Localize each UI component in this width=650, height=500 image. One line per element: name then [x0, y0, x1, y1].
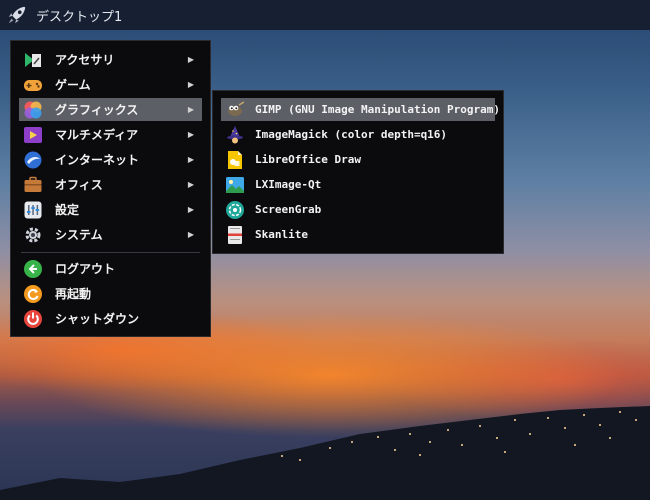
menu-item-graphics[interactable]: グラフィックス ▶: [19, 98, 202, 121]
imagemagick-icon: [227, 125, 243, 143]
multimedia-icon: [24, 126, 42, 143]
logout-button[interactable]: ログアウト: [19, 257, 202, 280]
gimp-icon: [228, 100, 245, 116]
graphics-icon: [24, 101, 42, 118]
reboot-button[interactable]: 再起動: [19, 282, 202, 305]
office-icon: [24, 176, 42, 192]
lximage-icon: [226, 176, 244, 193]
menu-item-office[interactable]: オフィス ▶: [19, 173, 202, 196]
reboot-icon: [24, 284, 42, 303]
submenu-item-libreoffice-draw[interactable]: LibreOffice Draw: [221, 148, 495, 171]
submenu-item-skanlite[interactable]: Skanlite: [221, 223, 495, 246]
application-menu: アクセサリ ▶ ゲーム ▶ グラフィックス ▶ マルチメディア ▶ インターネッ…: [10, 40, 211, 337]
graphics-submenu: GIMP (GNU Image Manipulation Program) Im…: [212, 90, 504, 254]
submenu-item-lximage-qt[interactable]: LXImage-Qt: [221, 173, 495, 196]
submenu-arrow: ▶: [187, 80, 194, 89]
accessories-icon: [25, 52, 41, 67]
menu-item-internet[interactable]: インターネット ▶: [19, 148, 202, 171]
menu-item-accessories[interactable]: アクセサリ ▶: [19, 48, 202, 71]
libreoffice-draw-icon: [228, 150, 242, 169]
submenu-item-imagemagick[interactable]: ImageMagick (color depth=q16): [221, 123, 495, 146]
desktop-title: デスクトップ1: [36, 9, 123, 25]
internet-icon: [24, 151, 42, 168]
submenu-arrow: ▶: [187, 155, 194, 164]
games-icon: [24, 79, 42, 91]
screengrab-icon: [226, 200, 244, 219]
rocket-icon[interactable]: [6, 4, 28, 26]
submenu-arrow: ▶: [187, 205, 194, 214]
taskbar: デスクトップ1: [0, 0, 650, 30]
submenu-arrow: ▶: [187, 230, 194, 239]
logout-icon: [24, 259, 42, 278]
city-hills: [0, 406, 650, 500]
system-icon: [25, 227, 41, 242]
submenu-arrow: ▶: [187, 55, 194, 64]
menu-item-multimedia[interactable]: マルチメディア ▶: [19, 123, 202, 146]
submenu-arrow: ▶: [187, 180, 194, 189]
submenu-item-screengrab[interactable]: ScreenGrab: [221, 198, 495, 221]
settings-icon: [24, 201, 42, 218]
menu-item-system[interactable]: システム ▶: [19, 223, 202, 246]
shutdown-button[interactable]: シャットダウン: [19, 307, 202, 330]
shutdown-icon: [24, 309, 42, 328]
submenu-item-gimp[interactable]: GIMP (GNU Image Manipulation Program): [221, 98, 500, 121]
skanlite-icon: [228, 225, 242, 244]
submenu-arrow: ▶: [187, 130, 194, 139]
submenu-arrow: ▶: [187, 105, 194, 114]
menu-item-settings[interactable]: 設定 ▶: [19, 198, 202, 221]
menu-separator: [21, 252, 200, 253]
menu-item-games[interactable]: ゲーム ▶: [19, 73, 202, 96]
